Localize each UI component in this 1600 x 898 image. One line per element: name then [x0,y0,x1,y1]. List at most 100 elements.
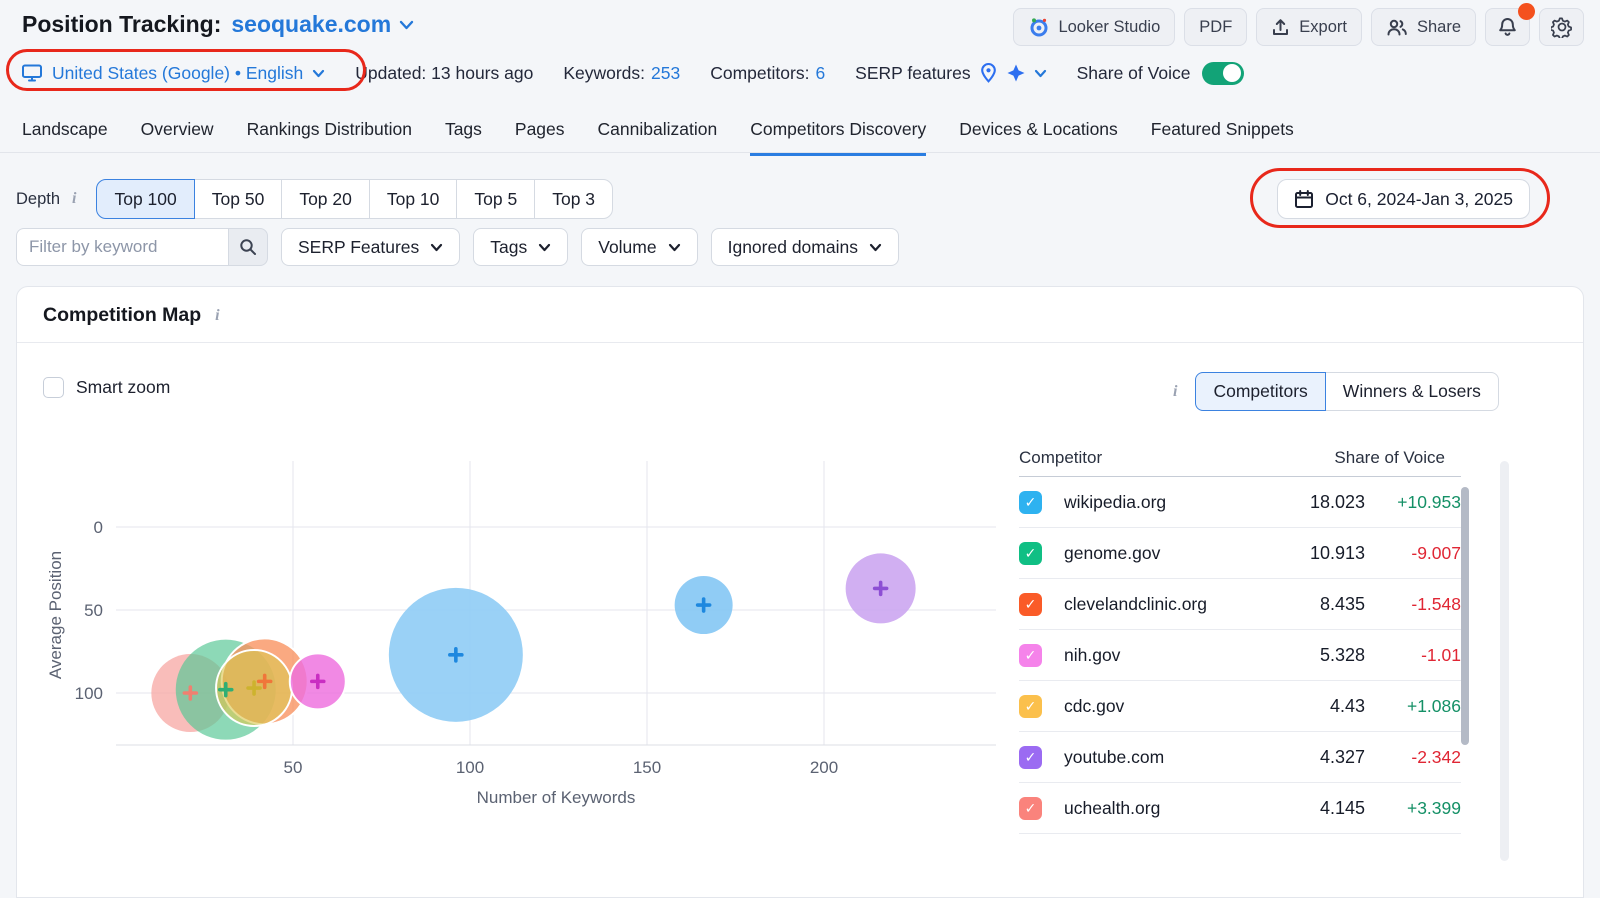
table-row-uchealth-org: ✓uchealth.org4.145+3.399 [1019,783,1461,834]
header-actions: Looker Studio PDF Export Share [1013,8,1584,46]
competitor-checkbox-cdc-gov[interactable]: ✓ [1019,695,1042,718]
table-row-nih-gov: ✓nih.gov5.328-1.01 [1019,630,1461,681]
competitor-checkbox-wikipedia-org[interactable]: ✓ [1019,491,1042,514]
share-of-voice-value: 18.023 [1301,492,1365,513]
settings-button[interactable] [1539,8,1584,46]
tabs-divider [0,152,1600,153]
keyword-filter-input[interactable] [16,228,228,266]
export-button[interactable]: Export [1256,8,1362,46]
card-scrollbar-track[interactable] [1500,461,1509,861]
card-title: Competition Map [43,304,201,327]
filter-ignored-domains[interactable]: Ignored domains [711,228,899,266]
table-row-clevelandclinic-org: ✓clevelandclinic.org8.435-1.548 [1019,579,1461,630]
tab-pages[interactable]: Pages [515,119,565,156]
y-axis-title: Average Position [46,551,65,679]
notification-badge [1518,3,1535,20]
competitor-checkbox-genome-gov[interactable]: ✓ [1019,542,1042,565]
depth-info-icon[interactable]: i [68,190,80,208]
keywords-label: Keywords: [563,63,645,84]
tab-devices-locations[interactable]: Devices & Locations [959,119,1118,156]
keywords-value-link[interactable]: 253 [651,63,680,84]
share-of-voice-delta: +3.399 [1365,798,1461,819]
search-icon [239,238,257,256]
toggle-knob [1223,64,1241,82]
tab-competitors-discovery[interactable]: Competitors Discovery [750,119,926,156]
competitors-metric: Competitors: 6 [710,63,825,84]
chevron-down-icon [1034,69,1047,78]
filter-label: Tags [490,237,527,258]
depth-top-3[interactable]: Top 3 [534,179,613,219]
share-of-voice-label: Share of Voice [1077,63,1191,84]
depth-top-20[interactable]: Top 20 [281,179,370,219]
tab-rankings-distribution[interactable]: Rankings Distribution [247,119,412,156]
share-of-voice-value: 4.327 [1301,747,1365,768]
serp-features-dropdown[interactable]: SERP features [855,62,1046,84]
tab-overview[interactable]: Overview [141,119,214,156]
date-range-button[interactable]: Oct 6, 2024-Jan 3, 2025 [1277,179,1530,219]
filter-volume[interactable]: Volume [581,228,697,266]
depth-toolbar: Depth i Top 100Top 50Top 20Top 10Top 5To… [16,179,613,219]
share-of-voice-delta: -2.342 [1365,747,1461,768]
tab-featured-snippets[interactable]: Featured Snippets [1151,119,1294,156]
keywords-metric: Keywords: 253 [563,63,680,84]
project-domain-dropdown[interactable]: seoquake.com [231,11,414,38]
share-of-voice-value: 4.43 [1301,696,1365,717]
competitor-checkbox-nih-gov[interactable]: ✓ [1019,644,1042,667]
share-icon [1386,18,1408,37]
x-tick-50: 50 [284,758,303,777]
share-of-voice-toggle[interactable] [1202,62,1244,85]
chevron-down-icon [668,243,681,252]
table-scrollbar-thumb[interactable] [1461,487,1469,745]
filter-tags[interactable]: Tags [473,228,568,266]
view-competitors[interactable]: Competitors [1195,372,1325,411]
filter-serp-features[interactable]: SERP Features [281,228,460,266]
competitors-table-header: Competitor Share of Voice [1019,445,1461,477]
competition-map-info-icon[interactable]: i [211,307,223,325]
competitors-value-link[interactable]: 6 [815,63,825,84]
looker-studio-label: Looker Studio [1058,18,1160,37]
filter-label: Volume [598,237,656,258]
depth-top-5[interactable]: Top 5 [456,179,535,219]
bubble-chart-svg: 05010050100150200Average PositionNumber … [41,455,1021,833]
share-of-voice-delta: -1.01 [1365,645,1461,666]
looker-studio-button[interactable]: Looker Studio [1013,8,1175,46]
competitor-domain: clevelandclinic.org [1064,594,1207,615]
project-domain-label: seoquake.com [231,11,391,38]
y-tick-0: 0 [94,518,103,537]
smart-zoom-checkbox-group[interactable]: Smart zoom [43,377,170,398]
notifications-button[interactable] [1485,8,1530,46]
location-language-dropdown[interactable]: United States (Google) • English [16,63,325,84]
page-title: Position Tracking: [22,11,221,38]
competitors-table: Competitor Share of Voice ✓wikipedia.org… [1019,445,1461,834]
share-label: Share [1417,18,1461,37]
campaign-meta-bar: United States (Google) • English Updated… [16,56,1244,90]
chevron-down-icon [312,69,325,78]
keyword-filter [16,228,268,266]
date-range-label: Oct 6, 2024-Jan 3, 2025 [1325,189,1513,210]
depth-top-50[interactable]: Top 50 [194,179,283,219]
share-of-voice-value: 5.328 [1301,645,1365,666]
filter-label: Ignored domains [728,237,858,258]
smart-zoom-label: Smart zoom [76,377,170,398]
depth-top-10[interactable]: Top 10 [369,179,458,219]
competitor-checkbox-clevelandclinic-org[interactable]: ✓ [1019,593,1042,616]
keyword-search-button[interactable] [228,228,268,266]
tab-tags[interactable]: Tags [445,119,482,156]
chevron-down-icon [430,243,443,252]
updated-text: Updated: 13 hours ago [355,63,533,84]
tab-landscape[interactable]: Landscape [22,119,108,156]
tab-cannibalization[interactable]: Cannibalization [598,119,718,156]
view-winners-losers[interactable]: Winners & Losers [1325,372,1499,411]
share-button[interactable]: Share [1371,8,1476,46]
pdf-button[interactable]: PDF [1184,8,1247,46]
competitor-checkbox-uchealth-org[interactable]: ✓ [1019,797,1042,820]
table-row-cdc-gov: ✓cdc.gov4.43+1.086 [1019,681,1461,732]
competitor-domain: cdc.gov [1064,696,1124,717]
view-toggle-info-icon[interactable]: i [1169,383,1181,401]
table-row-wikipedia-org: ✓wikipedia.org18.023+10.953 [1019,477,1461,528]
competitor-checkbox-youtube-com[interactable]: ✓ [1019,746,1042,769]
smart-zoom-checkbox[interactable] [43,377,64,398]
pdf-label: PDF [1199,18,1232,37]
depth-selector: Top 100Top 50Top 20Top 10Top 5Top 3 [96,179,613,219]
depth-top-100[interactable]: Top 100 [96,179,194,219]
